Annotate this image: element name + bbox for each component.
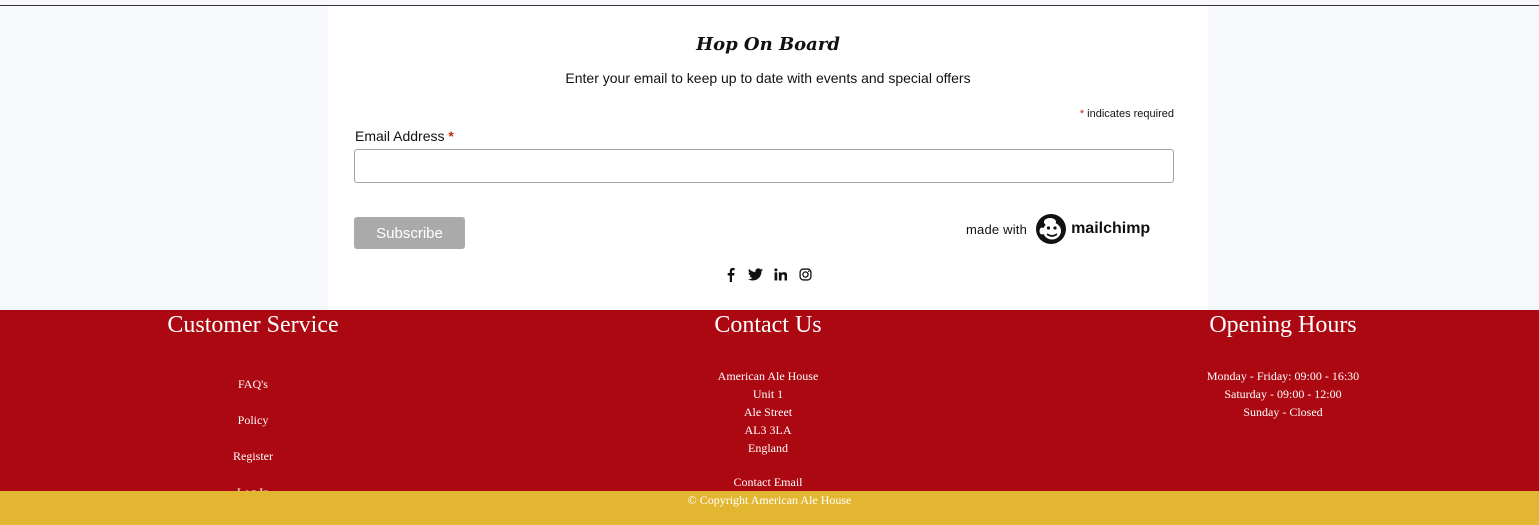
required-note: * indicates required <box>1080 108 1174 120</box>
address-line: Unit 1 <box>752 387 784 401</box>
mailchimp-wordmark: mailchimp <box>1071 220 1151 237</box>
instagram-icon[interactable] <box>798 267 813 282</box>
email-label-text: Email Address <box>355 128 449 144</box>
contact-column: Contact Us American Ale House Unit 1 Ale… <box>668 310 868 491</box>
copyright-bar: © Copyright American Ale House <box>0 491 1539 525</box>
address-line: Ale Street <box>743 405 793 419</box>
hours-line: Monday - Friday: 09:00 - 16:30 <box>1206 369 1360 383</box>
site-footer: Customer Service FAQ's Policy Register L… <box>0 310 1539 499</box>
contact-address: American Ale House Unit 1 Ale Street AL3… <box>668 367 868 457</box>
linkedin-icon[interactable] <box>773 267 788 282</box>
address-line: AL3 3LA <box>744 423 792 437</box>
footer-link-policy[interactable]: Policy <box>153 402 353 438</box>
email-label: Email Address * <box>355 128 454 144</box>
address-line: England <box>748 441 788 455</box>
email-field[interactable] <box>354 149 1174 183</box>
opening-hours-heading: Opening Hours <box>1209 312 1357 338</box>
signup-title: Hop On Board <box>696 34 840 55</box>
footer-link-faqs[interactable]: FAQ's <box>153 366 353 402</box>
opening-hours-list: Monday - Friday: 09:00 - 16:30 Saturday … <box>1183 367 1383 421</box>
social-links <box>328 267 1208 282</box>
signup-subtitle: Enter your email to keep up to date with… <box>565 70 971 86</box>
twitter-icon[interactable] <box>748 267 763 282</box>
newsletter-signup: Hop On Board Enter your email to keep up… <box>328 6 1208 310</box>
hours-line: Sunday - Closed <box>1243 405 1323 419</box>
copyright-text: © Copyright American Ale House <box>687 493 852 507</box>
subscribe-button[interactable]: Subscribe <box>354 217 465 249</box>
facebook-icon[interactable] <box>723 267 738 282</box>
contact-heading: Contact Us <box>714 312 822 338</box>
customer-service-column: Customer Service FAQ's Policy Register L… <box>153 310 353 510</box>
mailchimp-logo-icon <box>1036 214 1067 244</box>
made-with-text: made with <box>966 221 1028 237</box>
address-line: American Ale House <box>717 369 819 383</box>
contact-email-link[interactable]: Contact Email <box>668 473 868 491</box>
required-note-text: indicates required <box>1084 108 1174 120</box>
opening-hours-column: Opening Hours Monday - Friday: 09:00 - 1… <box>1183 310 1383 421</box>
footer-link-register[interactable]: Register <box>153 438 353 474</box>
mailchimp-badge[interactable]: made with mailchimp <box>966 211 1150 247</box>
customer-service-heading: Customer Service <box>167 312 339 338</box>
hours-line: Saturday - 09:00 - 12:00 <box>1224 387 1342 401</box>
email-required-star: * <box>448 128 454 144</box>
